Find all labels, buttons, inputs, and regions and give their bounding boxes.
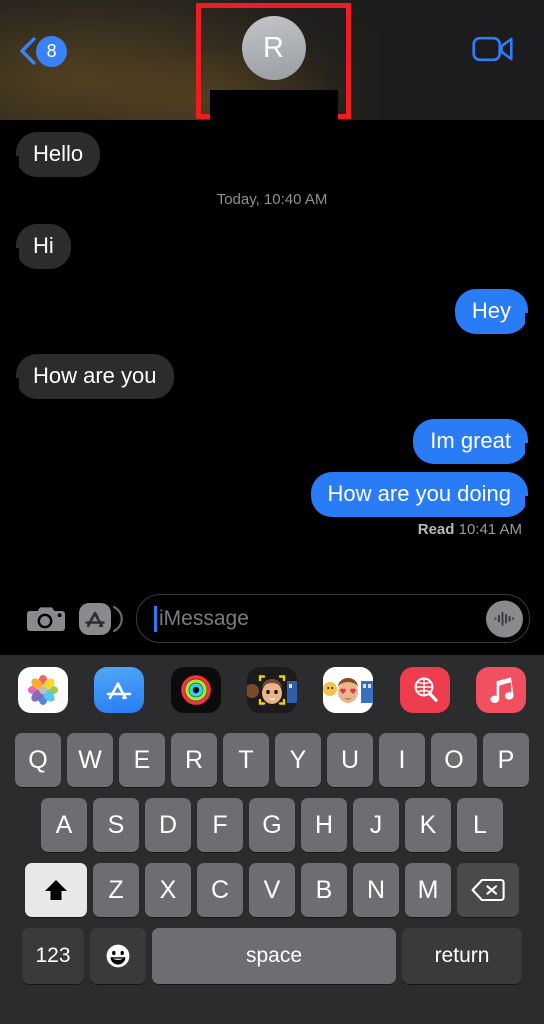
key-f[interactable]: F <box>197 798 243 852</box>
onscreen-keyboard[interactable]: Q W E R T Y U I O P A S D F G H J K L Z … <box>0 725 544 1024</box>
key-d[interactable]: D <box>145 798 191 852</box>
message-row: Hello <box>0 132 544 177</box>
avatar: R <box>241 16 306 80</box>
camera-button[interactable] <box>18 595 74 643</box>
photos-flower-icon <box>28 675 58 705</box>
key-s[interactable]: S <box>93 798 139 852</box>
imessage-app-drawer[interactable] <box>0 655 544 725</box>
memoji-stickers-icon <box>323 667 374 713</box>
keyboard-row-2: A S D F G H J K L <box>0 798 544 852</box>
keyboard-row-4: 123 space return <box>0 928 544 984</box>
key-h[interactable]: H <box>301 798 347 852</box>
key-e[interactable]: E <box>119 733 165 787</box>
message-row: Hey <box>0 289 544 334</box>
audio-waveform-icon <box>494 611 514 626</box>
conversation-header: 8 R <box>0 0 544 120</box>
key-c[interactable]: C <box>197 863 243 917</box>
shift-key[interactable] <box>25 863 87 917</box>
read-receipt: Read 10:41 AM <box>0 519 544 538</box>
message-bubble-sent[interactable]: How are you doing <box>310 472 537 517</box>
key-x[interactable]: X <box>145 863 191 917</box>
key-n[interactable]: N <box>353 863 399 917</box>
message-bubble-received[interactable]: Hi <box>8 224 71 269</box>
images-app-icon[interactable] <box>399 667 450 713</box>
shift-up-arrow-icon <box>45 880 67 900</box>
photos-app-icon[interactable] <box>18 667 68 713</box>
numbers-key[interactable]: 123 <box>22 928 84 984</box>
message-bubble-sent[interactable]: Hey <box>454 289 537 334</box>
key-w[interactable]: W <box>67 733 113 787</box>
message-row: Hi <box>0 224 544 269</box>
key-j[interactable]: J <box>353 798 399 852</box>
images-search-icon <box>414 677 438 702</box>
app-store-button[interactable] <box>74 595 128 643</box>
key-z[interactable]: Z <box>93 863 139 917</box>
key-y[interactable]: Y <box>275 733 321 787</box>
imessage-conversation-screen: 8 R Hello Today, 10:40 AM Hi Hey How are… <box>0 0 544 1024</box>
key-b[interactable]: B <box>301 863 347 917</box>
memoji-app-icon[interactable] <box>246 667 297 713</box>
app-store-app-icon[interactable] <box>94 667 145 713</box>
video-camera-icon <box>472 36 513 62</box>
key-m[interactable]: M <box>405 863 451 917</box>
read-receipt-time: 10:41 AM <box>458 521 522 538</box>
message-row: Im great <box>0 419 544 464</box>
text-cursor <box>154 605 157 632</box>
key-i[interactable]: I <box>379 733 425 787</box>
facetime-video-call-button[interactable] <box>468 28 518 70</box>
key-u[interactable]: U <box>327 733 373 787</box>
message-row: How are you <box>0 354 544 399</box>
read-receipt-label: Read <box>417 521 455 538</box>
message-bubble-sent[interactable]: Im great <box>413 419 536 464</box>
keyboard-row-1: Q W E R T Y U I O P <box>0 733 544 787</box>
key-l[interactable]: L <box>457 798 503 852</box>
smiley-face-icon <box>106 944 130 968</box>
key-g[interactable]: G <box>249 798 295 852</box>
app-store-icon <box>79 602 123 635</box>
contact-name-redaction-bar <box>210 90 338 120</box>
contact-info-annotation-box: R <box>196 3 351 120</box>
backspace-key[interactable] <box>457 863 519 917</box>
camera-icon <box>27 606 65 631</box>
key-o[interactable]: O <box>431 733 477 787</box>
keyboard-row-3: Z X C V B N M <box>0 863 544 917</box>
space-key[interactable]: space <box>152 928 396 984</box>
key-a[interactable]: A <box>41 798 87 852</box>
contact-header-button[interactable]: R <box>201 8 346 120</box>
timestamp-divider: Today, 10:40 AM <box>216 191 328 208</box>
return-key[interactable]: return <box>402 928 522 984</box>
message-input-bar: iMessage <box>0 582 544 656</box>
key-v[interactable]: V <box>249 863 295 917</box>
emoji-key[interactable] <box>90 928 146 984</box>
key-t[interactable]: T <box>223 733 269 787</box>
key-k[interactable]: K <box>405 798 451 852</box>
unread-count-badge: 8 <box>36 35 67 67</box>
message-row: How are you doing <box>0 472 544 517</box>
message-input-field[interactable]: iMessage <box>136 594 530 643</box>
message-list[interactable]: Hello Today, 10:40 AM Hi Hey How are you… <box>0 120 544 582</box>
memoji-face-icon <box>246 667 297 713</box>
chevron-left-icon <box>20 37 36 65</box>
message-bubble-received[interactable]: Hello <box>7 132 101 177</box>
audio-message-button[interactable] <box>486 600 523 637</box>
stickers-app-icon[interactable] <box>323 667 374 713</box>
key-p[interactable]: P <box>483 733 529 787</box>
key-r[interactable]: R <box>171 733 217 787</box>
message-placeholder: iMessage <box>159 606 249 630</box>
music-app-icon[interactable] <box>475 667 526 713</box>
app-store-glyph-icon <box>107 682 132 700</box>
activity-app-icon[interactable] <box>170 667 221 713</box>
key-q[interactable]: Q <box>15 733 61 787</box>
music-note-icon <box>490 677 514 703</box>
message-bubble-received[interactable]: How are you <box>8 354 174 399</box>
back-to-messages-button[interactable]: 8 <box>18 28 88 74</box>
activity-rings-icon <box>180 675 211 705</box>
backspace-delete-icon <box>471 878 505 902</box>
